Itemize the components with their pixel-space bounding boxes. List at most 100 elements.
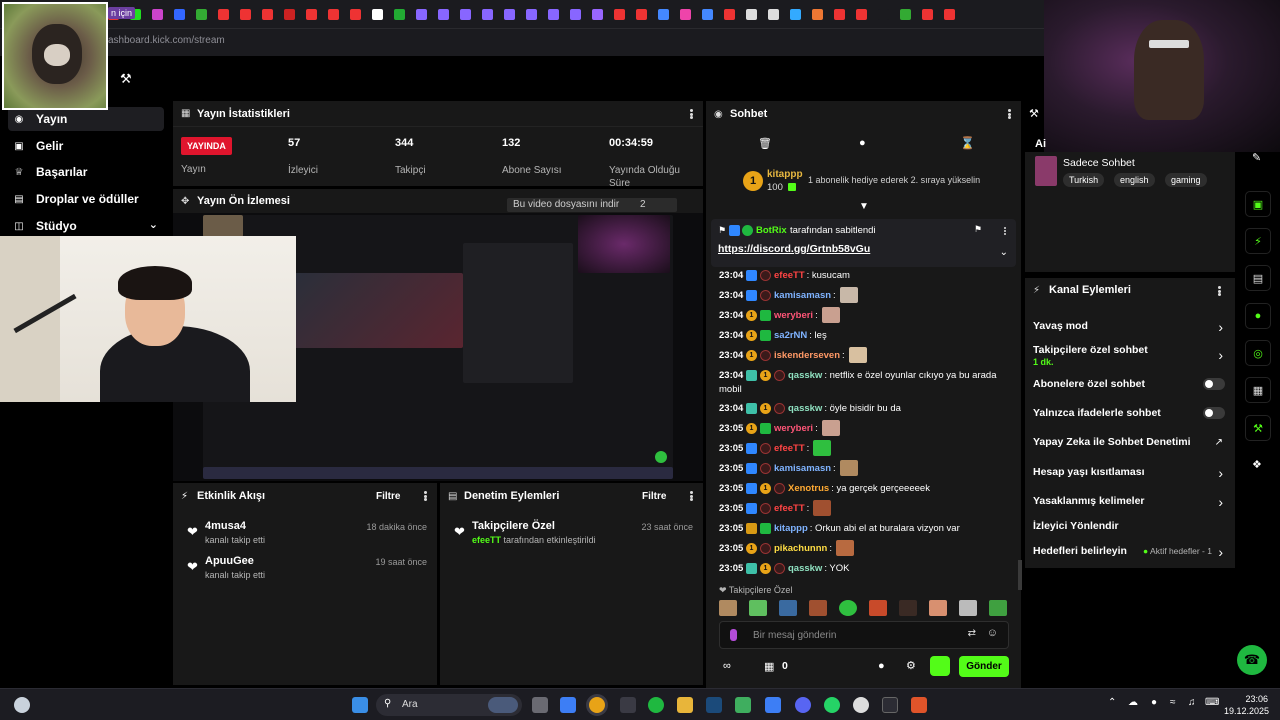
- rail-button-notes[interactable]: ▤: [1245, 265, 1271, 291]
- terminal-icon[interactable]: [882, 697, 898, 713]
- youtube-tab-icon[interactable]: [262, 8, 273, 20]
- trash-icon[interactable]: 🗑: [758, 137, 772, 150]
- youtube-tab-icon[interactable]: [856, 8, 867, 20]
- youtube-tab-icon[interactable]: [614, 8, 625, 20]
- kick-tab-title[interactable]: n için: [108, 7, 136, 19]
- ai-tab-icon[interactable]: [526, 8, 537, 20]
- send-button[interactable]: Gönder: [959, 656, 1009, 677]
- rail-button-wrench[interactable]: ⚒: [1245, 415, 1271, 441]
- pinned-message[interactable]: ⚑ BotRix tarafından sabitlendi https://d…: [711, 219, 1016, 267]
- drive-tab-icon[interactable]: [900, 8, 911, 20]
- emote-image[interactable]: [835, 540, 854, 556]
- file-explorer-icon[interactable]: [677, 697, 693, 713]
- docs-tab-icon[interactable]: [174, 8, 185, 20]
- message-user[interactable]: kamisamasn: [774, 463, 831, 474]
- message-user[interactable]: qasskw: [788, 403, 822, 414]
- message-user[interactable]: efeeTT: [774, 503, 805, 514]
- emote[interactable]: [749, 600, 767, 616]
- infinity-icon[interactable]: ∞: [723, 660, 731, 672]
- taskbar-search[interactable]: ⚲ Ara: [376, 694, 522, 716]
- volume-icon[interactable]: ♫: [1188, 697, 1196, 708]
- youtube-tab-icon[interactable]: [328, 8, 339, 20]
- actor-name[interactable]: efeeTT: [472, 535, 501, 545]
- emote-only-toggle[interactable]: [1203, 407, 1225, 419]
- google-tab-icon[interactable]: [372, 8, 383, 20]
- instagram-tab-icon[interactable]: [680, 8, 691, 20]
- app-tab-icon[interactable]: [768, 8, 779, 20]
- app-tab-icon[interactable]: [702, 8, 713, 20]
- message-user[interactable]: kitappp: [774, 523, 808, 534]
- youtube-tab-icon[interactable]: [922, 8, 933, 20]
- raid-row[interactable]: İzleyici Yönlendir: [1033, 520, 1225, 532]
- account-age-row[interactable]: Hesap yaşı kısıtlaması ›: [1033, 465, 1225, 481]
- goals-row[interactable]: Hedefleri belirleyin ● Aktif hedefler - …: [1033, 544, 1225, 560]
- clock-time[interactable]: 23:06: [1240, 694, 1268, 704]
- ai-tab-icon[interactable]: [416, 8, 427, 20]
- emoji-icon[interactable]: ☺: [987, 627, 998, 639]
- xbox-icon[interactable]: [735, 697, 751, 713]
- more-icon[interactable]: [424, 491, 427, 501]
- youtube-tab-icon[interactable]: [636, 8, 647, 20]
- youtube-tab-icon[interactable]: [218, 8, 229, 20]
- drive-tab-icon[interactable]: [196, 8, 207, 20]
- event-user[interactable]: 4musa4: [205, 520, 246, 532]
- subs-only-toggle[interactable]: [1203, 378, 1225, 390]
- wrench-icon[interactable]: ⚒: [1029, 107, 1039, 120]
- message-user[interactable]: efeeTT: [774, 270, 805, 281]
- youtube-tab-icon[interactable]: [350, 8, 361, 20]
- emote[interactable]: [929, 600, 947, 616]
- whatsapp-icon[interactable]: [824, 697, 840, 713]
- rail-button-lightning[interactable]: ⚡: [1245, 228, 1271, 254]
- more-icon[interactable]: [1008, 109, 1011, 119]
- wrench-icon[interactable]: ⚒: [120, 71, 132, 87]
- kick-bot-icon[interactable]: [930, 656, 950, 676]
- more-icon[interactable]: [690, 109, 693, 119]
- emote[interactable]: [959, 600, 977, 616]
- ai-tab-icon[interactable]: [438, 8, 449, 20]
- message-user[interactable]: sa2rNN: [774, 330, 807, 341]
- app-tab-icon[interactable]: [878, 8, 889, 20]
- category-thumbnail[interactable]: [1035, 156, 1057, 186]
- mic-icon[interactable]: [730, 629, 737, 641]
- brave-icon[interactable]: [911, 697, 927, 713]
- scrollbar[interactable]: [1018, 560, 1022, 590]
- emote-image[interactable]: [839, 287, 858, 303]
- discord-icon[interactable]: [795, 697, 811, 713]
- chevron-up-icon[interactable]: ⌃: [1108, 697, 1116, 708]
- mic-tray-icon[interactable]: ●: [1151, 697, 1157, 708]
- rail-button-target[interactable]: ▣: [1245, 191, 1271, 217]
- ai-tab-icon[interactable]: [570, 8, 581, 20]
- youtube-tab-icon[interactable]: [944, 8, 955, 20]
- emote-image[interactable]: [848, 347, 867, 363]
- sidebar-item-droplar[interactable]: ▤ Droplar ve ödüller: [8, 187, 164, 211]
- tag[interactable]: Turkish: [1063, 173, 1105, 187]
- obs-icon[interactable]: [853, 697, 869, 713]
- message-user[interactable]: qasskw: [788, 563, 822, 574]
- emote[interactable]: [779, 600, 797, 616]
- chat-icon[interactable]: ●: [859, 137, 866, 149]
- tag[interactable]: gaming: [1165, 173, 1207, 187]
- emote[interactable]: [719, 600, 737, 616]
- windows-start-icon[interactable]: [352, 697, 368, 713]
- emote[interactable]: [809, 600, 827, 616]
- youtube-tab-icon[interactable]: [834, 8, 845, 20]
- gift-user[interactable]: kitappp: [767, 169, 803, 180]
- rail-button-chat[interactable]: ●: [1245, 303, 1271, 329]
- app-icon[interactable]: [765, 697, 781, 713]
- banned-words-row[interactable]: Yasaklanmış kelimeler ›: [1033, 494, 1225, 510]
- task-view-icon[interactable]: [532, 697, 548, 713]
- copilot-icon[interactable]: [560, 697, 576, 713]
- wifi-icon[interactable]: ≈: [1170, 697, 1176, 708]
- message-user[interactable]: weryberi: [774, 423, 813, 434]
- chat-settings-icon[interactable]: ●: [878, 660, 885, 672]
- chevron-down-icon[interactable]: ⌄: [1000, 247, 1008, 258]
- rail-button-broadcast[interactable]: ◎: [1245, 340, 1271, 366]
- cloud-icon[interactable]: ☁: [1128, 697, 1138, 708]
- sidebar-item-yayin[interactable]: ◉ Yayın: [8, 107, 164, 131]
- app-tab-icon[interactable]: [812, 8, 823, 20]
- youtube-tab-icon[interactable]: [306, 8, 317, 20]
- app-tab-icon[interactable]: [152, 8, 163, 20]
- apps-icon[interactable]: ❖: [1252, 458, 1262, 471]
- gear-icon[interactable]: ⚙: [906, 659, 916, 672]
- ai-tab-icon[interactable]: [482, 8, 493, 20]
